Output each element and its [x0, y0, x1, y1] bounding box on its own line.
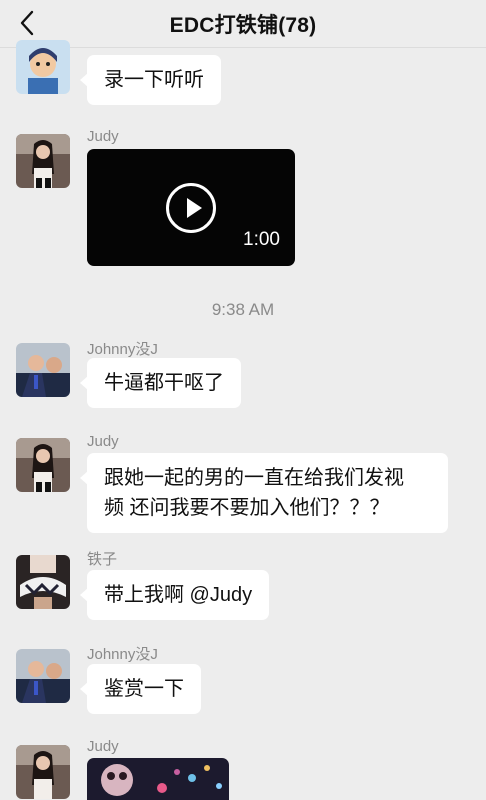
- message-bubble[interactable]: 跟她一起的男的一直在给我们发视 频 还问我要不要加入他们？？？: [80, 453, 448, 533]
- message-bubble[interactable]: 鉴赏一下: [80, 664, 201, 714]
- image-message[interactable]: [87, 758, 229, 800]
- avatar[interactable]: [16, 40, 70, 94]
- avatar[interactable]: [16, 438, 70, 492]
- play-icon[interactable]: [166, 183, 216, 233]
- avatar[interactable]: [16, 649, 70, 703]
- chat-title: EDC打铁铺(78): [169, 13, 317, 37]
- sender-name: Judy: [87, 433, 119, 450]
- sender-name: Johnny没J: [87, 646, 158, 663]
- sender-name: 铁子: [87, 551, 118, 568]
- avatar[interactable]: [16, 134, 70, 188]
- chat-header: EDC打铁铺(78): [0, 0, 486, 48]
- message-timestamp: 9:38 AM: [211, 300, 275, 319]
- back-button[interactable]: [12, 8, 42, 38]
- sender-name: Judy: [87, 128, 119, 145]
- message-bubble[interactable]: 带上我啊 @Judy: [79, 570, 270, 620]
- chevron-left-icon: [20, 10, 34, 36]
- sender-name: Johnny没J: [87, 341, 158, 358]
- avatar[interactable]: [16, 555, 70, 609]
- avatar[interactable]: [16, 343, 70, 397]
- message-text-line: 频 还问我要不要加入他们？？？: [104, 497, 390, 519]
- message-bubble[interactable]: 录一下听听: [80, 55, 221, 105]
- avatar[interactable]: [16, 745, 70, 799]
- video-duration: 1:00: [243, 229, 280, 250]
- sender-name: Judy: [87, 738, 119, 755]
- video-message[interactable]: 1:00: [87, 149, 295, 266]
- message-text-line: 跟她一起的男的一直在给我们发视: [104, 467, 404, 489]
- message-bubble[interactable]: 牛逼都干呕了: [80, 358, 241, 408]
